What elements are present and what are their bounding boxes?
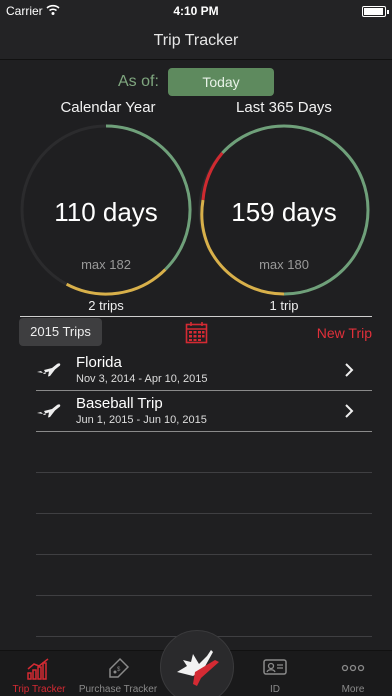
- trip-row[interactable]: Baseball Trip Jun 1, 2015 - Jun 10, 2015: [36, 392, 372, 432]
- chart-icon: [27, 658, 49, 680]
- last-365-trips: 1 trip: [269, 298, 299, 313]
- tab-id[interactable]: ID: [236, 651, 314, 696]
- status-bar: Carrier 4:10 PM: [0, 0, 392, 22]
- id-card-icon: [263, 659, 287, 675]
- tab-label: ID: [270, 684, 280, 695]
- battery-icon: [362, 6, 389, 17]
- maple-leaf-plane-icon: [177, 650, 219, 686]
- list-separator: [36, 595, 372, 596]
- list-separator: [36, 513, 372, 514]
- last-365-ring[interactable]: 159 days max 180: [198, 124, 370, 296]
- list-separator: [36, 554, 372, 555]
- tab-trip-tracker[interactable]: Trip Tracker: [0, 651, 78, 696]
- calendar-year-trips: 2 trips: [88, 298, 124, 313]
- summary-divider: [20, 316, 372, 317]
- calendar-icon[interactable]: [185, 321, 208, 344]
- new-trip-button[interactable]: New Trip: [317, 325, 372, 341]
- trip-row[interactable]: Florida Nov 3, 2014 - Apr 10, 2015: [36, 351, 372, 391]
- navigation-bar: Trip Tracker: [0, 22, 392, 60]
- as-of-row: As of: Today: [0, 68, 392, 96]
- chevron-right-icon: [345, 363, 354, 377]
- chevron-right-icon: [345, 404, 354, 418]
- airplane-icon: [37, 363, 61, 377]
- tab-purchase-tracker[interactable]: $ Purchase Tracker: [78, 651, 158, 696]
- year-filter-button[interactable]: 2015 Trips: [19, 318, 102, 346]
- last-365-title: Last 365 Days: [236, 99, 332, 116]
- trip-list-toolbar: 2015 Trips New Trip: [0, 318, 392, 348]
- tab-label: Purchase Tracker: [78, 684, 158, 695]
- tab-label: More: [341, 684, 365, 695]
- trip-dates: Nov 3, 2014 - Apr 10, 2015: [76, 373, 208, 385]
- calendar-year-ring[interactable]: 110 days max 182: [20, 124, 192, 296]
- calendar-year-title: Calendar Year: [60, 99, 156, 116]
- page-title: Trip Tracker: [153, 32, 239, 49]
- last-365-days: 159 days: [231, 197, 337, 227]
- center-home-button[interactable]: [160, 630, 234, 696]
- calendar-year-days: 110 days: [54, 197, 158, 227]
- tab-more[interactable]: More: [314, 651, 392, 696]
- trip-name: Baseball Trip: [76, 395, 163, 412]
- list-separator: [36, 472, 372, 473]
- as-of-label: As of:: [118, 73, 159, 90]
- more-dots-icon: [341, 664, 365, 672]
- airplane-icon: [37, 404, 61, 418]
- as-of-date-button[interactable]: Today: [168, 68, 274, 96]
- trip-name: Florida: [76, 354, 122, 371]
- svg-text:$: $: [117, 667, 121, 673]
- tab-label: Trip Tracker: [12, 684, 66, 695]
- last-365-max: max 180: [259, 257, 309, 272]
- status-time: 4:10 PM: [173, 4, 219, 18]
- calendar-year-max: max 182: [81, 257, 131, 272]
- trip-dates: Jun 1, 2015 - Jun 10, 2015: [76, 414, 207, 426]
- price-tag-icon: $: [109, 657, 130, 678]
